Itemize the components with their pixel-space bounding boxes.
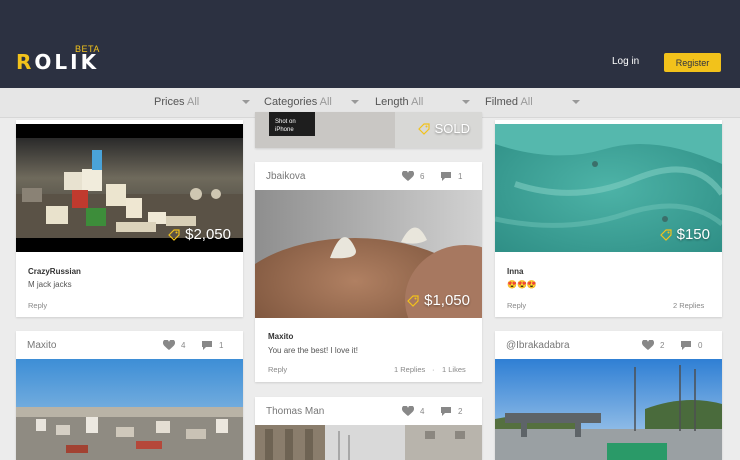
- video-card[interactable]: @Ibrakadabra 2 0: [495, 331, 722, 460]
- video-thumbnail[interactable]: [495, 359, 722, 460]
- video-card[interactable]: Maxito 4 1: [16, 331, 243, 460]
- chevron-down-icon[interactable]: [572, 100, 580, 104]
- beta-label: BETA: [75, 44, 100, 54]
- video-thumbnail[interactable]: $150: [495, 124, 722, 252]
- video-thumbnail[interactable]: [16, 359, 243, 460]
- likes-text[interactable]: 1 Likes: [442, 365, 466, 374]
- price-tag-icon: [168, 228, 180, 241]
- heart-icon: [642, 340, 654, 350]
- video-thumbnail[interactable]: [255, 425, 482, 460]
- likes-count[interactable]: 2: [642, 340, 664, 351]
- reply-link[interactable]: Reply: [268, 365, 287, 374]
- video-thumbnail-image: [255, 425, 482, 460]
- heart-icon: [402, 406, 414, 416]
- video-card[interactable]: $150 Inna 😍😍😍 Reply 2 Replies: [495, 120, 722, 317]
- chevron-down-icon[interactable]: [242, 100, 250, 104]
- video-card[interactable]: Thomas Man 4 2: [255, 397, 482, 460]
- comment-username[interactable]: Maxito: [268, 332, 293, 341]
- replies-count[interactable]: 2 Replies: [673, 301, 704, 310]
- reply-link[interactable]: Reply: [28, 301, 47, 310]
- separator-dot: ·: [432, 365, 435, 374]
- video-thumbnail-image: [16, 359, 243, 460]
- heart-icon: [402, 171, 414, 181]
- card-header: Jbaikova 6 1: [255, 162, 482, 190]
- card-header: Thomas Man 4 2: [255, 397, 482, 425]
- price-tag-icon: [417, 122, 430, 135]
- heart-icon: [163, 340, 175, 350]
- shot-on-iphone-sticker: Shot on iPhone: [275, 119, 296, 133]
- price-tag-icon: [407, 294, 419, 307]
- video-thumbnail-image: [495, 359, 722, 460]
- comment-text: 😍😍😍: [507, 280, 537, 289]
- price-label: $150: [659, 226, 710, 243]
- video-card[interactable]: $2,050 CrazyRussian M jack jacks Reply: [16, 120, 243, 317]
- replies-count[interactable]: 1 Replies: [394, 365, 425, 374]
- comment-text: M jack jacks: [28, 280, 72, 289]
- top-header: ROLIK BETA Log in Register: [0, 0, 740, 88]
- likes-count[interactable]: 4: [402, 406, 424, 417]
- likes-count[interactable]: 4: [163, 340, 185, 351]
- video-thumbnail[interactable]: Shot on iPhone SOLD: [255, 112, 482, 148]
- comment-icon: [202, 341, 212, 350]
- filter-length[interactable]: Length All: [375, 96, 423, 108]
- comment-icon: [441, 407, 451, 416]
- filter-prices[interactable]: Prices All: [154, 96, 199, 108]
- price-label: SOLD: [417, 121, 470, 136]
- chevron-down-icon[interactable]: [462, 100, 470, 104]
- video-thumbnail[interactable]: $1,050: [255, 190, 482, 318]
- comment-icon: [681, 341, 691, 350]
- video-card[interactable]: Shot on iPhone SOLD: [255, 112, 482, 148]
- comment-icon: [441, 172, 451, 181]
- login-link[interactable]: Log in: [612, 56, 639, 67]
- price-label: $2,050: [168, 226, 231, 243]
- video-card[interactable]: Jbaikova 6 1 $1,050 Maxito You are the b…: [255, 162, 482, 382]
- filter-filmed[interactable]: Filmed All: [485, 96, 533, 108]
- likes-count[interactable]: 6: [402, 171, 424, 182]
- card-header: @Ibrakadabra 2 0: [495, 331, 722, 359]
- register-button[interactable]: Register: [664, 53, 721, 72]
- card-header: Maxito 4 1: [16, 331, 243, 359]
- comment-username[interactable]: Inna: [507, 267, 523, 276]
- comments-count[interactable]: 1: [201, 340, 223, 351]
- chevron-down-icon[interactable]: [351, 100, 359, 104]
- price-label: $1,050: [407, 292, 470, 309]
- card-username[interactable]: @Ibrakadabra: [506, 340, 570, 351]
- comments-count[interactable]: 2: [440, 406, 462, 417]
- reply-link[interactable]: Reply: [507, 301, 526, 310]
- comments-count[interactable]: 1: [440, 171, 462, 182]
- filter-categories[interactable]: Categories All: [264, 96, 332, 108]
- card-username[interactable]: Thomas Man: [266, 406, 324, 417]
- card-username[interactable]: Jbaikova: [266, 171, 305, 182]
- price-tag-icon: [659, 228, 672, 241]
- comment-text: You are the best! I love it!: [268, 346, 358, 355]
- video-thumbnail[interactable]: $2,050: [16, 124, 243, 252]
- comment-username[interactable]: CrazyRussian: [28, 267, 81, 276]
- card-username[interactable]: Maxito: [27, 340, 56, 351]
- comments-count[interactable]: 0: [680, 340, 702, 351]
